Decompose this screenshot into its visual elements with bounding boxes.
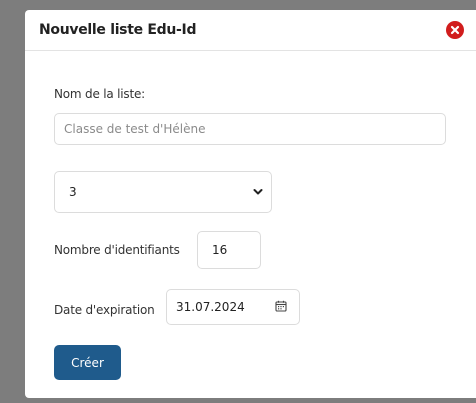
expiration-date-label: Date d'expiration [54,303,155,317]
expiration-date-input[interactable]: 31.07.2024 [166,289,300,325]
identifier-count-input[interactable]: 16 [197,231,261,269]
identifier-count-label: Nombre d'identifiants [54,243,180,257]
create-button[interactable]: Créer [54,345,121,380]
dialog-title: Nouvelle liste Edu-Id [39,22,197,38]
list-name-label: Nom de la liste: [54,87,145,101]
chevron-down-icon [253,185,263,199]
close-icon[interactable] [446,21,464,39]
identifier-count-value: 16 [212,243,228,257]
new-edu-id-list-dialog: Nouvelle liste Edu-Id Nom de la liste: C… [25,10,476,398]
expiration-date-value: 31.07.2024 [176,300,245,314]
list-name-value: Classe de test d'Hélène [64,122,206,136]
calendar-icon[interactable] [275,300,287,315]
dialog-header: Nouvelle liste Edu-Id [25,10,476,51]
list-count-select[interactable]: 3 [54,171,272,213]
select-value: 3 [69,185,77,199]
list-name-input[interactable]: Classe de test d'Hélène [54,113,446,145]
